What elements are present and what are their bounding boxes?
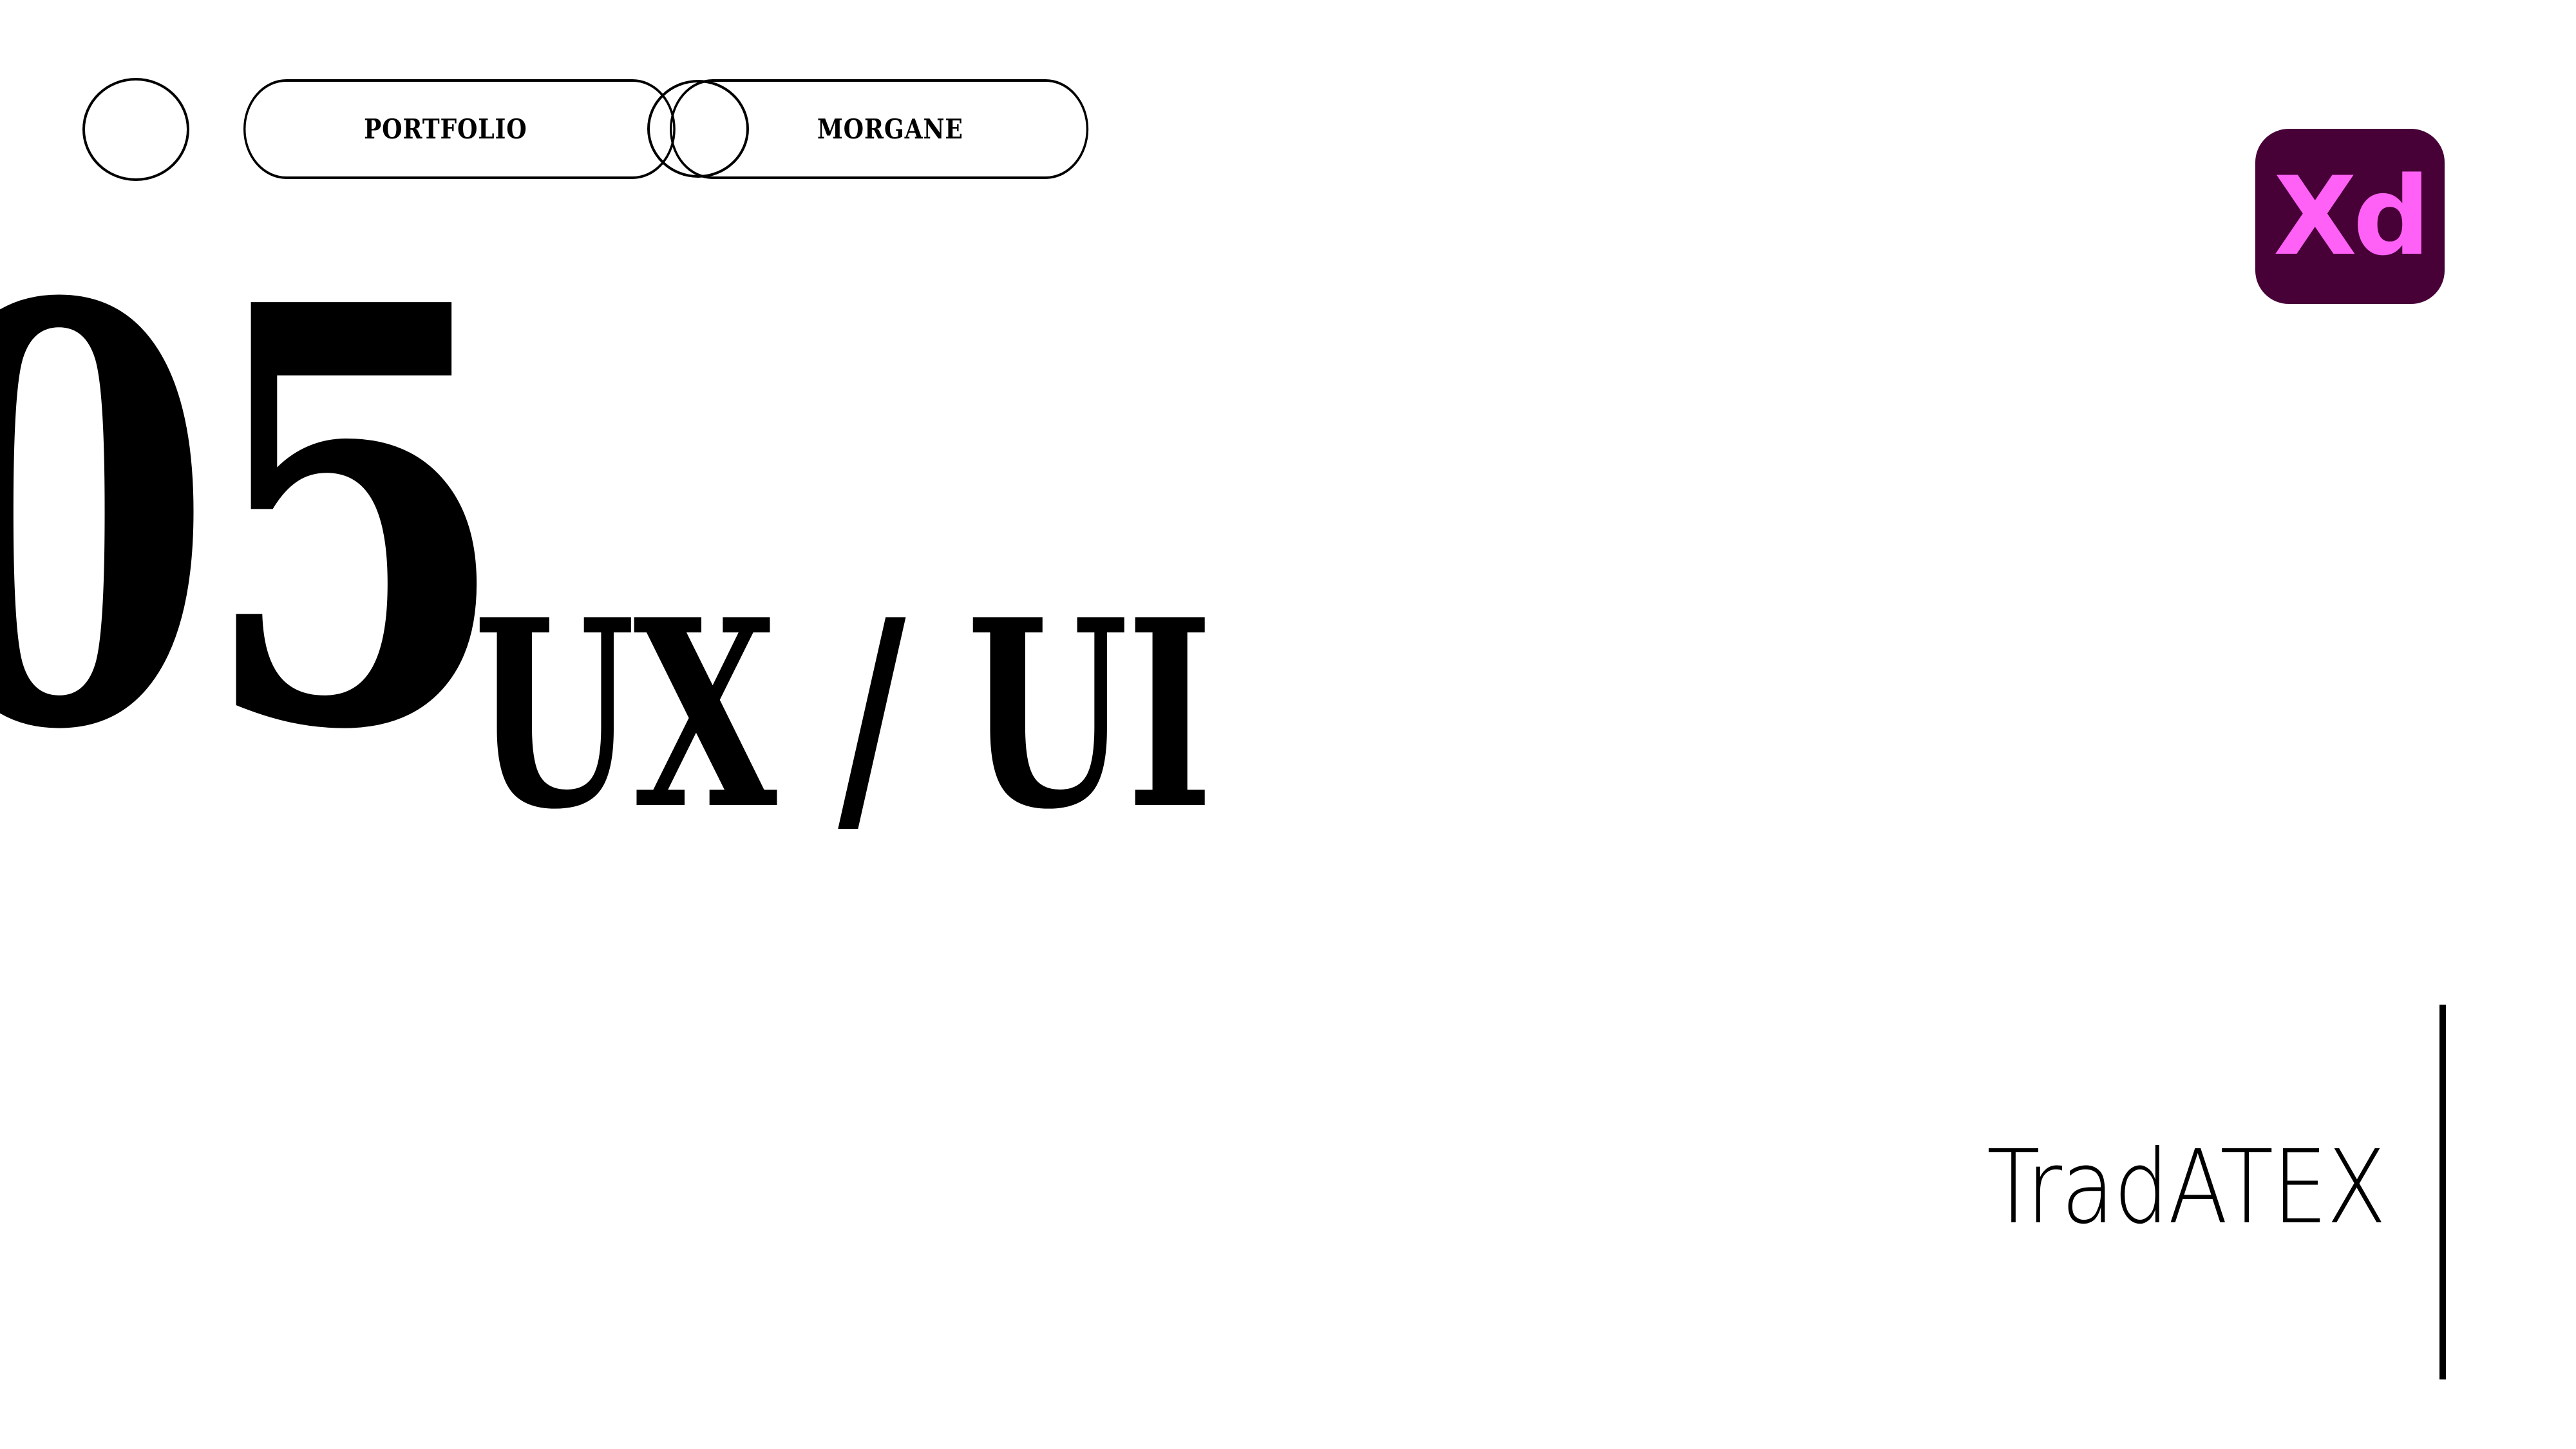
project-name: TradATEX — [1987, 1128, 2387, 1247]
portfolio-pill[interactable]: PORTFOLIO — [243, 79, 676, 179]
nav-link-circle-decoration — [647, 80, 749, 178]
nav-circle-decoration — [82, 78, 189, 181]
author-label: MORGANE — [817, 113, 963, 145]
adobe-xd-logo-text: Xd — [2273, 153, 2430, 279]
section-number: 05 — [0, 182, 511, 855]
vertical-divider — [2439, 1005, 2446, 1379]
section-title: UX / UI — [473, 564, 1213, 866]
portfolio-label: PORTFOLIO — [364, 113, 527, 145]
adobe-xd-logo: Xd — [2255, 129, 2445, 304]
